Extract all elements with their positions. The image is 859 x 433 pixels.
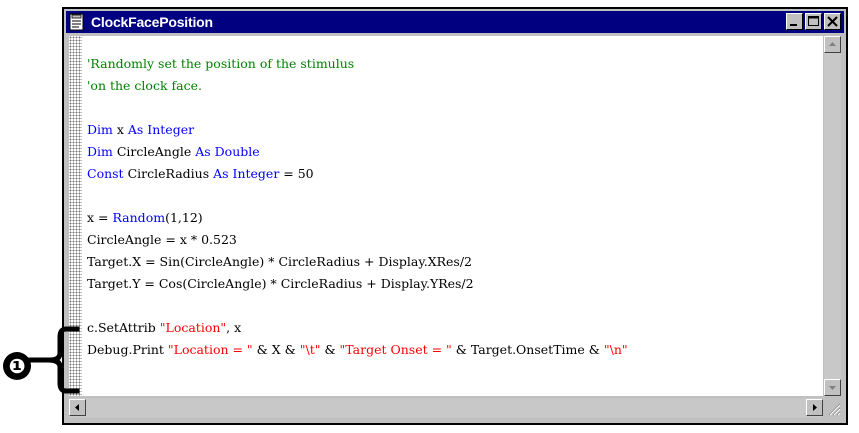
code-line: Dim x As Integer — [87, 119, 628, 141]
resize-grip[interactable] — [824, 398, 841, 418]
code-token: Dim — [87, 122, 113, 137]
code-token: Debug.Print — [87, 342, 168, 357]
code-token: Dim — [87, 144, 113, 159]
scroll-right-button[interactable] — [806, 399, 823, 416]
code-token: & Target.OnsetTime & — [451, 342, 604, 357]
code-token: (1,12) — [165, 210, 203, 225]
maximize-button[interactable] — [805, 13, 822, 30]
code-token: Random — [112, 210, 166, 225]
code-line: 'Randomly set the position of the stimul… — [87, 53, 628, 75]
arrow-right-icon — [813, 404, 817, 411]
window-title: ClockFacePosition — [91, 14, 213, 30]
code-token: = 50 — [279, 166, 314, 181]
code-line: Debug.Print "Location = " & X & "\t" & "… — [87, 339, 628, 361]
code-editor[interactable]: 'Randomly set the position of the stimul… — [69, 36, 823, 396]
code-text: 'Randomly set the position of the stimul… — [87, 53, 628, 361]
code-line: Target.Y = Cos(CircleAngle) * CircleRadi… — [87, 273, 628, 295]
code-line: c.SetAttrib "Location", x — [87, 317, 628, 339]
code-token: Target.X = Sin(CircleAngle) * CircleRadi… — [87, 254, 472, 269]
scroll-up-button[interactable] — [824, 36, 841, 53]
code-token: CircleAngle = x * 0.523 — [87, 232, 237, 247]
minimize-button[interactable] — [786, 13, 803, 30]
code-line: CircleAngle = x * 0.523 — [87, 229, 628, 251]
code-token: & — [320, 342, 340, 357]
code-token: 'Randomly set the position of the stimul… — [87, 56, 355, 71]
code-token: As Integer — [213, 166, 280, 181]
code-token: As Integer — [127, 122, 195, 137]
code-token: As Double — [195, 144, 260, 159]
code-line: Const CircleRadius As Integer = 50 — [87, 163, 628, 185]
code-line: Target.X = Sin(CircleAngle) * CircleRadi… — [87, 251, 628, 273]
close-icon — [827, 16, 838, 27]
arrow-down-icon — [829, 386, 836, 390]
callout-number-badge: ❶ — [3, 352, 31, 380]
callout-number: ❶ — [8, 354, 26, 378]
code-token: x = — [87, 210, 113, 225]
code-token: , x — [226, 320, 242, 335]
code-token: CircleRadius — [123, 166, 214, 181]
code-token: & X & — [252, 342, 300, 357]
document-icon — [69, 13, 84, 31]
resize-grip-icon — [828, 403, 841, 416]
code-token: "Target Onset = " — [339, 342, 452, 357]
code-token: CircleAngle — [112, 144, 196, 159]
arrow-up-icon — [829, 42, 836, 46]
minimize-icon — [790, 24, 797, 26]
code-token: x — [112, 122, 128, 137]
scroll-left-button[interactable] — [69, 399, 86, 416]
code-line: Dim CircleAngle As Double — [87, 141, 628, 163]
code-line: 'on the clock face. — [87, 75, 628, 97]
maximize-icon — [808, 16, 819, 26]
window-controls — [786, 13, 841, 31]
close-button[interactable] — [824, 13, 841, 30]
code-line: x = Random(1,12) — [87, 207, 628, 229]
code-token: Const — [87, 166, 124, 181]
title-bar[interactable]: ClockFacePosition — [66, 11, 844, 33]
code-token: "\t" — [299, 342, 321, 357]
code-token: "Location" — [159, 320, 227, 335]
code-window: ClockFacePosition 'Randomly set the posi… — [62, 7, 848, 425]
code-token: Target.Y = Cos(CircleAngle) * CircleRadi… — [87, 276, 474, 291]
code-token: "\n" — [603, 342, 628, 357]
horizontal-scrollbar[interactable] — [69, 398, 823, 418]
vertical-scrollbar[interactable] — [824, 36, 841, 396]
code-token: 'on the clock face. — [87, 78, 202, 93]
code-token: c.SetAttrib — [87, 320, 160, 335]
arrow-left-icon — [75, 404, 79, 411]
code-token: "Location = " — [167, 342, 253, 357]
scroll-down-button[interactable] — [824, 379, 841, 396]
